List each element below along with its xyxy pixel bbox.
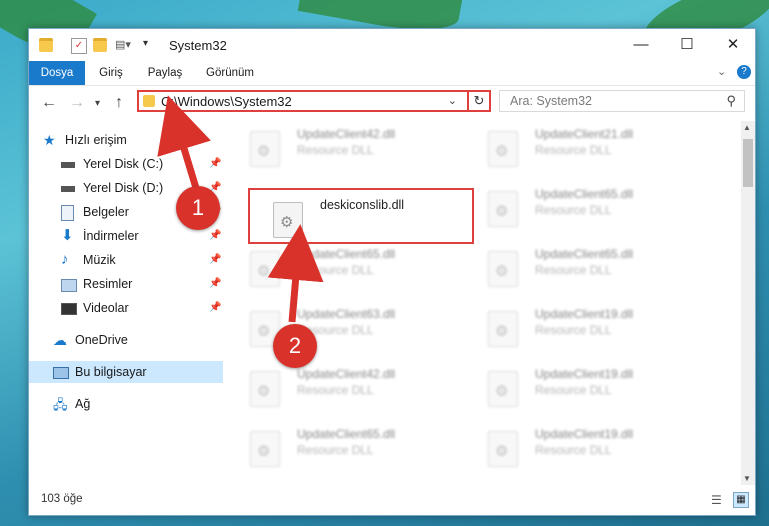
dll-file-icon <box>488 311 518 347</box>
nav-item-network[interactable]: 🖧 Ağ <box>53 393 221 415</box>
nav-item-music[interactable]: ♪ Müzik 📌 <box>61 249 221 271</box>
title-bar: ✓ ▤▾ ▾ System32 — ☐ ✕ <box>29 29 755 61</box>
pin-icon[interactable]: 📌 <box>209 225 221 247</box>
folder-icon <box>143 95 155 107</box>
scrollbar-thumb[interactable] <box>743 139 753 187</box>
search-input[interactable]: Ara: System32 ⚲ <box>499 90 745 112</box>
drive-icon <box>61 186 75 192</box>
computer-icon <box>53 367 69 379</box>
maximize-button[interactable]: ☐ <box>665 29 709 61</box>
cloud-icon: ☁ <box>53 332 67 348</box>
highlighted-file[interactable]: deskiconslib.dll <box>248 188 474 244</box>
item-count: 103 öğe <box>41 493 83 505</box>
pictures-icon <box>61 279 77 292</box>
ribbon: Dosya Giriş Paylaş Görünüm ⌄ ? <box>29 61 755 86</box>
pin-icon[interactable]: 📌 <box>209 249 221 271</box>
file-item[interactable]: UpdateClient65.dll Resource DLL <box>225 421 445 469</box>
file-item[interactable]: UpdateClient65.dll Resource DLL <box>463 181 683 229</box>
recent-locations-icon[interactable]: ▾ <box>95 98 100 109</box>
properties-icon[interactable]: ✓ <box>71 38 87 54</box>
network-icon: 🖧 <box>53 397 68 412</box>
close-button[interactable]: ✕ <box>711 29 755 61</box>
drive-icon <box>61 162 75 168</box>
pin-icon[interactable]: 📌 <box>209 273 221 295</box>
tab-share[interactable]: Paylaş <box>137 61 193 85</box>
refresh-button[interactable]: ↻ <box>467 90 491 112</box>
expand-ribbon-icon[interactable]: ⌄ <box>717 65 726 78</box>
folder-icon <box>39 38 53 52</box>
step-marker-2: 2 <box>273 324 317 368</box>
file-list: UpdateClient42.dll Resource DLL UpdateCl… <box>225 121 741 485</box>
file-item[interactable]: UpdateClient21.dll Resource DLL <box>463 121 683 169</box>
window-title: System32 <box>169 38 227 53</box>
help-icon[interactable]: ? <box>737 65 751 79</box>
address-path: C:\Windows\System32 <box>161 94 292 109</box>
dll-file-icon <box>488 131 518 167</box>
nav-item-quick-access[interactable]: ★ Hızlı erişim <box>43 129 223 151</box>
file-item[interactable]: UpdateClient19.dll Resource DLL <box>463 301 683 349</box>
nav-item-this-pc[interactable]: Bu bilgisayar <box>29 361 223 383</box>
dll-file-icon <box>488 371 518 407</box>
file-item[interactable]: UpdateClient42.dll Resource DLL <box>225 121 445 169</box>
dll-file-icon <box>488 251 518 287</box>
new-folder-icon[interactable] <box>93 38 107 52</box>
dll-file-icon <box>273 202 303 238</box>
dll-file-icon <box>250 131 280 167</box>
dll-file-icon <box>250 251 280 287</box>
file-name: deskiconslib.dll <box>320 198 405 212</box>
pin-icon[interactable]: 📌 <box>209 297 221 319</box>
back-arrow-icon[interactable]: ← <box>41 94 57 112</box>
up-arrow-icon[interactable]: ↑ <box>115 94 123 112</box>
details-view-icon[interactable]: ☰ <box>711 493 722 507</box>
file-item[interactable]: UpdateClient63.dll Resource DLL <box>225 301 445 349</box>
download-icon: ⬇ <box>61 227 74 244</box>
file-item[interactable]: UpdateClient42.dll Resource DLL <box>225 361 445 409</box>
nav-item-videos[interactable]: Videolar 📌 <box>61 297 221 319</box>
explorer-window: ✓ ▤▾ ▾ System32 — ☐ ✕ Dosya Giriş Paylaş… <box>28 28 756 516</box>
tab-view[interactable]: Görünüm <box>197 61 263 85</box>
chevron-down-icon[interactable]: ⌄ <box>448 94 457 107</box>
dll-file-icon <box>250 371 280 407</box>
file-item[interactable]: UpdateClient65.dll Resource DLL <box>463 241 683 289</box>
dll-file-icon <box>488 191 518 227</box>
chevron-down-icon[interactable]: ▾ <box>143 38 157 52</box>
file-item[interactable]: UpdateClient19.dll Resource DLL <box>463 421 683 469</box>
search-placeholder: Ara: System32 <box>510 94 592 108</box>
dll-file-icon <box>488 431 518 467</box>
tab-home[interactable]: Giriş <box>89 61 133 85</box>
pin-icon[interactable]: 📌 <box>209 153 221 175</box>
nav-item-pictures[interactable]: Resimler 📌 <box>61 273 221 295</box>
file-item-deskiconslib[interactable]: deskiconslib.dll <box>248 192 468 240</box>
forward-arrow-icon[interactable]: → <box>69 94 85 112</box>
videos-icon <box>61 303 77 315</box>
star-icon: ★ <box>43 132 56 148</box>
address-row: ← → ▾ ↑ C:\Windows\System32 ⌄ ↻ Ara: Sys… <box>29 85 755 121</box>
file-item[interactable]: UpdateClient65.dll Resource DLL <box>225 241 445 289</box>
tiles-view-icon[interactable]: ▦ <box>733 492 749 508</box>
scroll-up-icon[interactable]: ▲ <box>743 123 751 132</box>
nav-item-local-disk-c[interactable]: Yerel Disk (C:) 📌 <box>61 153 221 175</box>
file-item[interactable]: UpdateClient19.dll Resource DLL <box>463 361 683 409</box>
address-bar[interactable]: C:\Windows\System32 ⌄ <box>137 90 489 112</box>
minimize-button[interactable]: — <box>619 29 663 61</box>
search-icon: ⚲ <box>726 93 736 108</box>
dll-file-icon <box>250 431 280 467</box>
status-bar: 103 öğe ☰ ▦ <box>29 489 755 513</box>
step-marker-1: 1 <box>176 186 220 230</box>
scroll-down-icon[interactable]: ▼ <box>743 474 751 483</box>
vertical-scrollbar[interactable]: ▲ ▼ <box>741 121 755 485</box>
nav-item-onedrive[interactable]: ☁ OneDrive <box>53 329 221 351</box>
music-icon: ♪ <box>61 251 69 268</box>
tab-file[interactable]: Dosya <box>29 61 85 85</box>
documents-icon <box>61 205 74 221</box>
customize-quick-access-icon[interactable]: ▤▾ <box>115 38 131 52</box>
navigation-pane: ★ Hızlı erişim Yerel Disk (C:) 📌 Yerel D… <box>29 121 223 485</box>
